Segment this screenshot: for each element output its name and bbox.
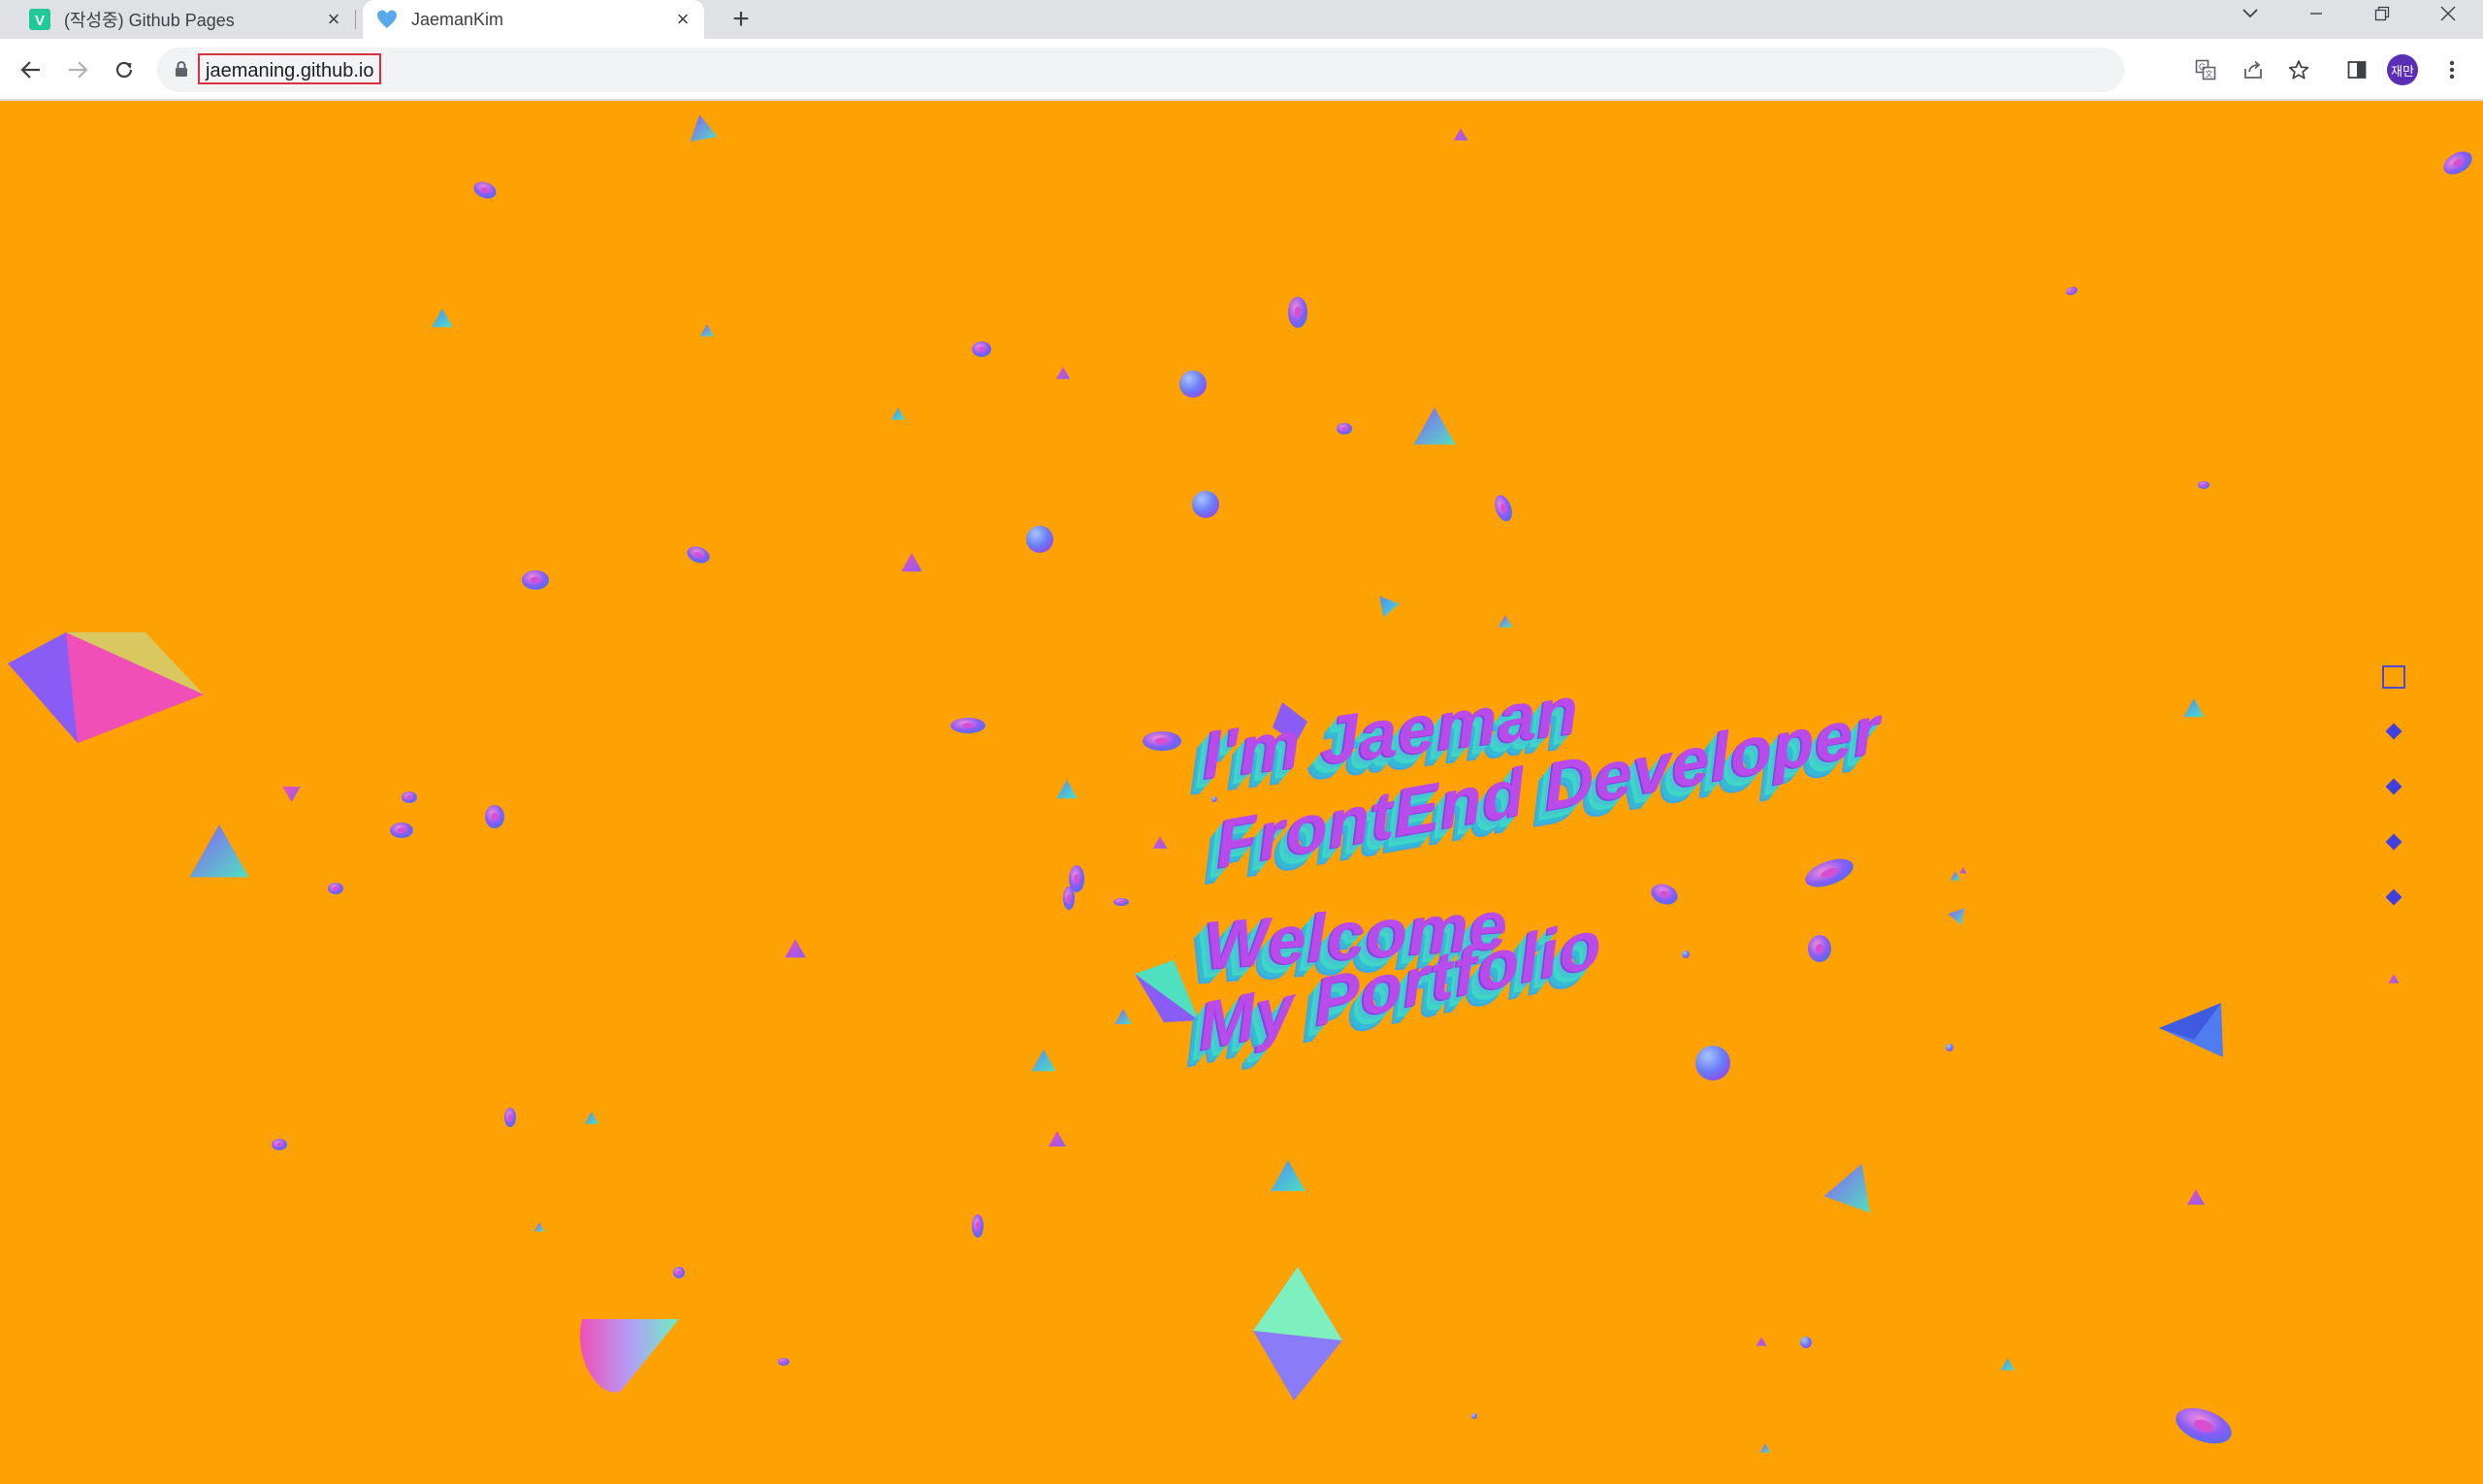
sphere-shape bbox=[1800, 1337, 1812, 1348]
pyramid-shape bbox=[1271, 1160, 1306, 1191]
sphere-shape bbox=[1457, 718, 1468, 729]
torus-hole bbox=[507, 1113, 513, 1121]
section-nav-active-indicator[interactable] bbox=[2382, 665, 2405, 689]
forward-arrow-icon[interactable] bbox=[58, 50, 97, 89]
pyramid-shape bbox=[2000, 1358, 2015, 1371]
new-tab-button[interactable]: + bbox=[724, 2, 758, 37]
torus-hole bbox=[676, 1270, 682, 1275]
large-octahedron-face bbox=[1253, 1267, 1342, 1340]
torus-hole bbox=[1066, 893, 1072, 903]
pyramid-shape bbox=[1031, 1049, 1056, 1072]
sphere-shape bbox=[1211, 796, 1217, 802]
torus-hole bbox=[978, 346, 985, 352]
sphere-shape bbox=[1026, 526, 1053, 553]
pyramid-shape bbox=[699, 324, 715, 337]
torus-hole bbox=[397, 827, 406, 833]
lock-icon[interactable] bbox=[175, 60, 188, 78]
v-favicon-icon: V bbox=[29, 9, 50, 30]
blue-heart-icon bbox=[377, 10, 397, 28]
tab-title: (작성중) Github Pages bbox=[64, 11, 235, 30]
sphere-shape bbox=[1471, 1413, 1477, 1419]
restore-icon[interactable] bbox=[2353, 0, 2411, 27]
sphere-shape bbox=[1946, 1044, 1953, 1051]
pyramid-shape bbox=[189, 824, 249, 878]
page-viewport[interactable]: I'm Jaeman FrontEnd Developer Welcome My… bbox=[0, 101, 2483, 1484]
pyramid-shape bbox=[432, 308, 453, 328]
sphere-shape bbox=[1179, 371, 1207, 398]
pyramid-shape bbox=[1823, 1163, 1870, 1213]
pyramid-shape bbox=[1759, 1443, 1771, 1453]
pyramid-shape bbox=[1950, 871, 1961, 881]
pyramid-shape bbox=[1379, 596, 1400, 618]
torus-hole bbox=[1294, 306, 1302, 318]
torus-hole bbox=[1341, 426, 1347, 432]
pyramid-shape bbox=[1114, 1009, 1132, 1024]
torus-hole bbox=[333, 886, 339, 891]
pyramid-shape bbox=[1498, 615, 1513, 628]
torus-hole bbox=[961, 723, 975, 728]
pyramid-shape bbox=[690, 114, 718, 142]
pyramid-shape bbox=[1948, 908, 1965, 925]
torus-hole bbox=[491, 812, 499, 822]
sphere-shape bbox=[1370, 764, 1377, 772]
tab-jaemankim[interactable]: JaemanKim × bbox=[363, 0, 704, 39]
tab-separator bbox=[355, 10, 356, 29]
pyramid-shape bbox=[1413, 407, 1456, 445]
tab-github-pages[interactable]: V (작성중) Github Pages × bbox=[16, 0, 355, 39]
bookmark-star-icon[interactable] bbox=[2279, 50, 2318, 89]
tab-title: JaemanKim bbox=[411, 9, 504, 29]
pyramid-shape bbox=[1959, 867, 1967, 874]
pyramid-shape bbox=[1756, 1337, 1767, 1346]
close-tab-icon[interactable]: × bbox=[669, 6, 696, 33]
sphere-shape bbox=[1682, 951, 1690, 958]
reload-icon[interactable] bbox=[105, 50, 144, 89]
torus-hole bbox=[531, 576, 540, 584]
torus-hole bbox=[1155, 737, 1169, 745]
svg-text:文: 文 bbox=[2206, 69, 2213, 79]
cone-shape bbox=[580, 1319, 679, 1393]
torus-hole bbox=[1815, 944, 1824, 953]
pyramid-shape bbox=[901, 553, 922, 572]
pyramid-shape bbox=[2388, 974, 2400, 984]
close-tab-icon[interactable]: × bbox=[320, 6, 347, 33]
floating-shapes-canvas[interactable] bbox=[0, 101, 2483, 1484]
torus-hole bbox=[781, 1360, 787, 1364]
pyramid-shape bbox=[1056, 780, 1078, 799]
translate-icon[interactable]: G文 bbox=[2186, 50, 2225, 89]
pyramid-shape bbox=[1152, 836, 1168, 849]
tab-search-icon[interactable] bbox=[2221, 0, 2279, 27]
torus-hole bbox=[975, 1221, 981, 1231]
sphere-shape bbox=[1695, 1046, 1730, 1081]
more-menu-icon[interactable] bbox=[2433, 50, 2471, 89]
pyramid-shape bbox=[584, 1112, 599, 1124]
minimize-icon[interactable] bbox=[2287, 0, 2345, 27]
octahedron-shape bbox=[1273, 702, 1307, 743]
side-panel-icon[interactable] bbox=[2338, 50, 2376, 89]
pyramid-shape bbox=[1048, 1131, 1066, 1146]
back-arrow-icon[interactable] bbox=[12, 50, 50, 89]
torus-hole bbox=[1118, 900, 1124, 904]
pyramid-shape bbox=[890, 407, 906, 420]
address-bar[interactable]: jaemaning.github.io bbox=[157, 48, 2124, 92]
pyramid-shape bbox=[1055, 367, 1071, 379]
pyramid-shape bbox=[282, 787, 301, 802]
torus-hole bbox=[2201, 483, 2207, 487]
torus-hole bbox=[1074, 874, 1080, 884]
svg-text:V: V bbox=[35, 13, 45, 29]
tab-strip: V (작성중) Github Pages × JaemanKim × + bbox=[0, 0, 2483, 39]
pyramid-shape bbox=[1453, 128, 1468, 141]
share-icon[interactable] bbox=[2234, 50, 2273, 89]
pyramid-shape bbox=[533, 1222, 545, 1232]
pyramid-shape bbox=[2183, 698, 2205, 718]
pyramid-shape bbox=[785, 939, 806, 958]
url-text[interactable]: jaemaning.github.io bbox=[198, 53, 382, 84]
profile-avatar[interactable]: 재만 bbox=[2387, 54, 2418, 85]
torus-hole bbox=[276, 1142, 282, 1147]
pyramid-shape bbox=[2187, 1189, 2205, 1205]
sphere-shape bbox=[1192, 491, 1219, 518]
close-window-icon[interactable] bbox=[2419, 0, 2477, 27]
browser-toolbar: jaemaning.github.io G文 재만 bbox=[0, 39, 2483, 101]
torus-hole bbox=[406, 794, 412, 800]
